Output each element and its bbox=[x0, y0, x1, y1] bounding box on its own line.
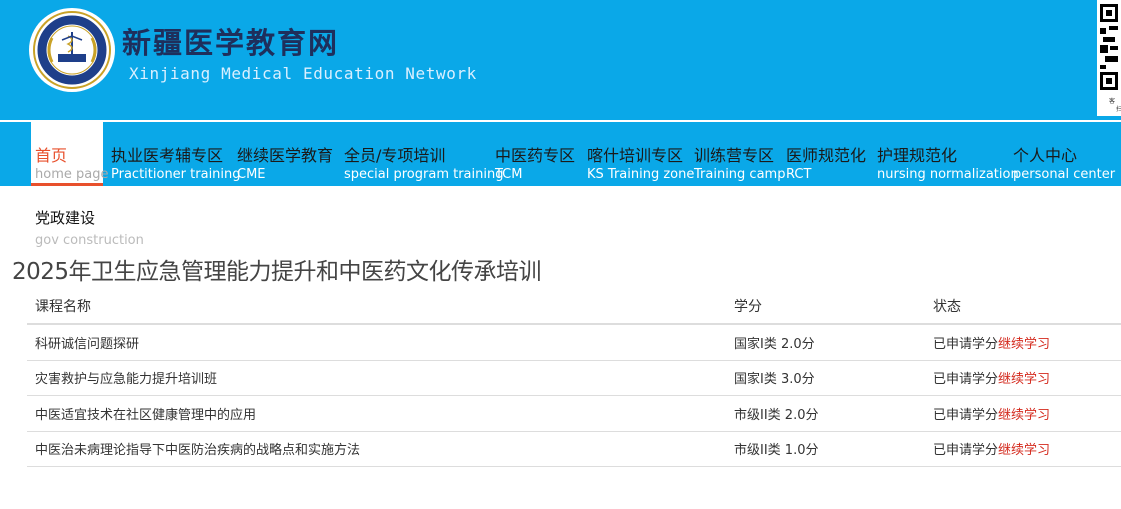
medical-education-emblem-icon bbox=[33, 11, 111, 89]
site-title: 新疆医学教育网 bbox=[122, 26, 340, 60]
qr-code-icon bbox=[1100, 4, 1118, 90]
column-header-status: 状态 bbox=[933, 298, 961, 315]
nav-item-label: 继续医学教育 bbox=[237, 146, 334, 165]
site-logo[interactable] bbox=[29, 8, 115, 92]
continue-learning-link[interactable]: 继续学习 bbox=[998, 404, 1050, 423]
course-name: 中医治未病理论指导下中医防治疾病的战略点和实施方法 bbox=[35, 443, 361, 459]
course-name: 灾害救护与应急能力提升培训班 bbox=[35, 372, 218, 388]
page-title: 2025年卫生应急管理能力提升和中医药文化传承培训 bbox=[12, 259, 542, 285]
column-header-course-name: 课程名称 bbox=[35, 298, 91, 315]
course-status-cell: 已申请学分 继续学习 bbox=[933, 325, 1050, 360]
column-header-credit: 学分 bbox=[734, 298, 762, 315]
table-row: 科研诚信问题探研 国家I类 2.0分 已申请学分 继续学习 bbox=[27, 325, 1121, 361]
course-name: 科研诚信问题探研 bbox=[35, 336, 140, 352]
course-status: 已申请学分 bbox=[933, 336, 999, 352]
site-subtitle: Xinjiang Medical Education Network bbox=[129, 64, 477, 83]
nav-item-sublabel: Practitioner training bbox=[111, 167, 241, 182]
qr-caption: 客 bbox=[1109, 98, 1116, 105]
nav-item-sublabel: CME bbox=[237, 167, 266, 182]
nav-item-sublabel: KS Training zone bbox=[587, 167, 695, 182]
course-status-cell: 已申请学分 继续学习 bbox=[933, 432, 1050, 467]
table-row: 中医适宜技术在社区健康管理中的应用 市级II类 2.0分 已申请学分 继续学习 bbox=[27, 396, 1121, 432]
nav-item-label: 医师规范化 bbox=[786, 146, 867, 165]
course-status: 已申请学分 bbox=[933, 407, 999, 423]
nav-item-label: 护理规范化 bbox=[877, 146, 958, 165]
nav-item-gov-construction[interactable]: 党政建设 gov construction bbox=[35, 207, 144, 248]
continue-learning-link[interactable]: 继续学习 bbox=[998, 333, 1050, 352]
nav-item-home[interactable]: 首页 home page bbox=[31, 122, 108, 186]
qr-code: 客 扫 bbox=[1097, 0, 1121, 116]
table-row: 中医治未病理论指导下中医防治疾病的战略点和实施方法 市级II类 1.0分 已申请… bbox=[27, 432, 1121, 467]
course-table: 课程名称 学分 状态 科研诚信问题探研 国家I类 2.0分 已申请学分 继续学习 … bbox=[27, 288, 1121, 467]
course-status-cell: 已申请学分 继续学习 bbox=[933, 361, 1050, 396]
nav-item-sublabel: TCM bbox=[495, 167, 523, 182]
nav-item-label: 喀什培训专区 bbox=[587, 146, 684, 165]
nav-item-sublabel: nursing normalization bbox=[877, 167, 1019, 182]
table-header-row: 课程名称 学分 状态 bbox=[27, 288, 1121, 325]
continue-learning-link[interactable]: 继续学习 bbox=[998, 439, 1050, 458]
nav-item-sublabel: RCT bbox=[786, 167, 812, 182]
qr-caption-2: 扫 bbox=[1116, 106, 1121, 113]
nav-item-label: 中医药专区 bbox=[495, 146, 576, 165]
nav-item-sublabel: home page bbox=[35, 167, 109, 182]
nav-item-sublabel: special program training bbox=[344, 167, 504, 182]
course-status-cell: 已申请学分 继续学习 bbox=[933, 396, 1050, 431]
nav-item-sublabel: personal center bbox=[1013, 167, 1116, 182]
course-credit: 国家I类 2.0分 bbox=[734, 336, 815, 352]
course-credit: 市级II类 2.0分 bbox=[734, 407, 819, 423]
site-header: 新疆医学教育网 Xinjiang Medical Education Netwo… bbox=[0, 0, 1121, 120]
course-credit: 市级II类 1.0分 bbox=[734, 443, 819, 459]
course-status: 已申请学分 bbox=[933, 443, 999, 459]
nav-item-label: 训练营专区 bbox=[694, 146, 775, 165]
course-credit: 国家I类 3.0分 bbox=[734, 372, 815, 388]
nav-item-label: 党政建设 bbox=[35, 209, 96, 227]
course-name: 中医适宜技术在社区健康管理中的应用 bbox=[35, 407, 257, 423]
main-nav: 首页 home page 执业医考辅专区 Practitioner traini… bbox=[0, 122, 1121, 186]
nav-item-label: 个人中心 bbox=[1013, 146, 1078, 165]
table-row: 灾害救护与应急能力提升培训班 国家I类 3.0分 已申请学分 继续学习 bbox=[27, 361, 1121, 396]
course-status: 已申请学分 bbox=[933, 372, 999, 388]
continue-learning-link[interactable]: 继续学习 bbox=[998, 368, 1050, 387]
nav-item-label: 执业医考辅专区 bbox=[111, 146, 224, 165]
nav-item-sublabel: gov construction bbox=[35, 233, 144, 248]
nav-item-label: 全员/专项培训 bbox=[344, 146, 446, 165]
nav-item-sublabel: Training camp bbox=[694, 167, 786, 182]
nav-item-label: 首页 bbox=[35, 146, 68, 165]
